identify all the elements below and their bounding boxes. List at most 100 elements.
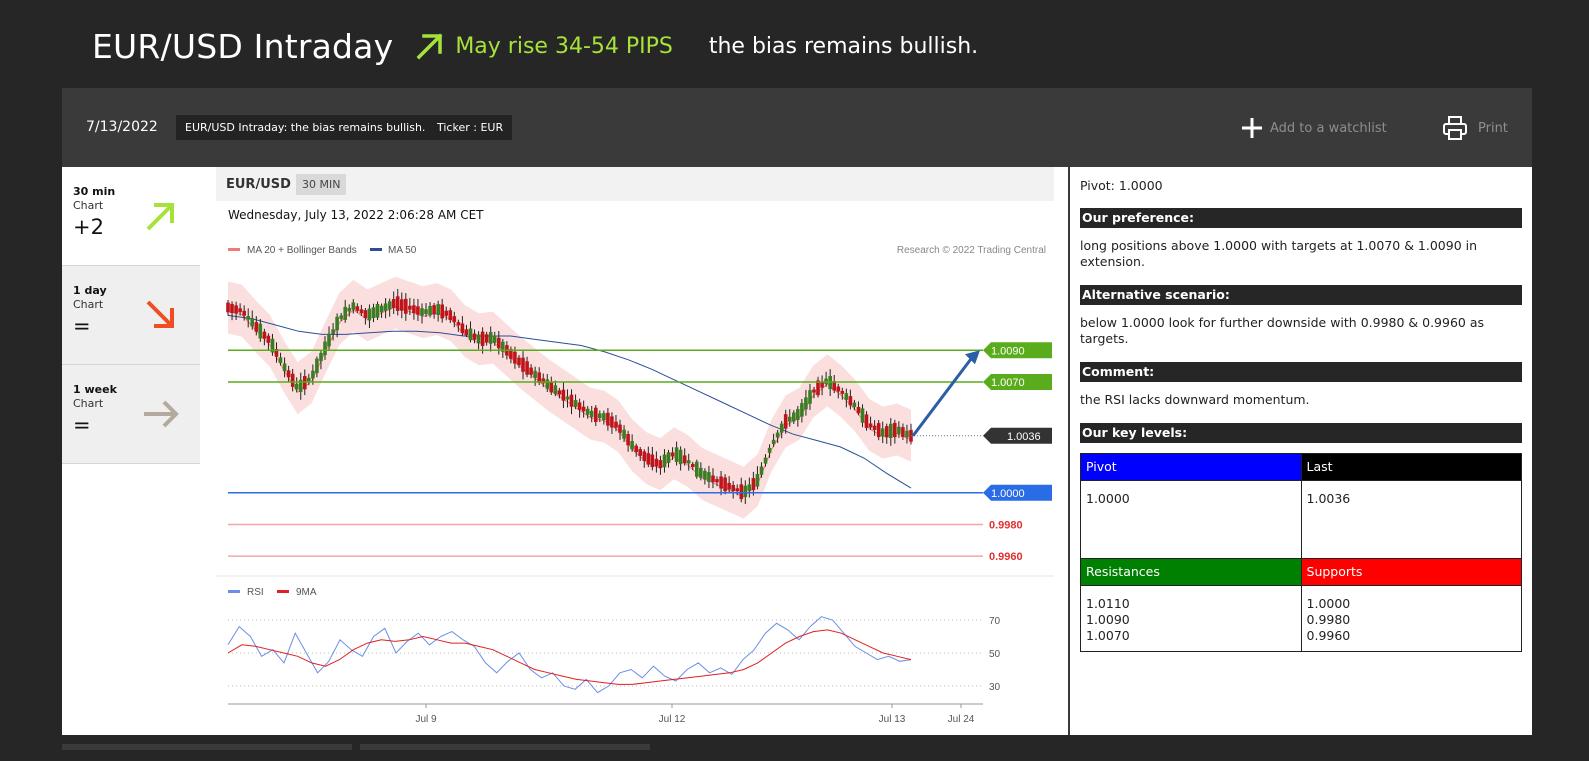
candle-body bbox=[646, 453, 651, 465]
preference-heading: Our preference: bbox=[1080, 208, 1522, 228]
add-to-watchlist-button[interactable]: Add to a watchlist bbox=[1240, 114, 1387, 142]
alternative-text: below 1.0000 look for further downside w… bbox=[1080, 315, 1485, 346]
panel-toolbar: 7/13/2022 EUR/USD Intraday: the bias rem… bbox=[62, 88, 1532, 167]
resistances-header: Resistances bbox=[1080, 558, 1302, 586]
level-label: 1.0090 bbox=[991, 345, 1025, 357]
candle-body bbox=[387, 301, 392, 310]
candle-body bbox=[311, 370, 315, 379]
candle-body bbox=[715, 479, 719, 483]
candle-body bbox=[331, 329, 335, 335]
x-tick-label: Jul 24 bbox=[948, 714, 975, 725]
candle-body bbox=[674, 447, 679, 462]
page-header: EUR/USD Intraday May rise 34-54 PIPS the… bbox=[92, 18, 978, 74]
rsi-line bbox=[227, 616, 912, 694]
printer-icon bbox=[1443, 116, 1467, 140]
timeframe-30min[interactable]: 30 min Chart +2 bbox=[62, 167, 200, 266]
candle-body bbox=[444, 310, 448, 316]
candle-body bbox=[363, 310, 368, 319]
plus-icon bbox=[1242, 118, 1262, 138]
candle-body bbox=[686, 460, 691, 464]
candle-body bbox=[545, 379, 550, 389]
candle-body bbox=[860, 408, 865, 423]
headline-chip[interactable]: EUR/USD Intraday: the bias remains bulli… bbox=[176, 115, 435, 140]
candle-body bbox=[513, 351, 517, 364]
candle-body bbox=[767, 447, 772, 453]
candle-body bbox=[666, 452, 671, 463]
candle-body bbox=[905, 430, 909, 438]
candle-body bbox=[678, 449, 683, 465]
supports-list: 1.0000 0.9980 0.9960 bbox=[1300, 585, 1523, 652]
candle-body bbox=[319, 352, 323, 362]
candle-body bbox=[549, 381, 554, 393]
candle-body bbox=[258, 323, 263, 339]
candle-body bbox=[436, 304, 440, 315]
arrow-up-right-icon bbox=[146, 203, 174, 231]
candle-body bbox=[731, 485, 735, 491]
timeframe-value: +2 bbox=[73, 215, 104, 239]
candle-body bbox=[286, 370, 291, 378]
panel-divider bbox=[1068, 167, 1070, 735]
timeframe-value: = bbox=[73, 413, 91, 437]
candle-body bbox=[428, 306, 432, 316]
candle-body bbox=[282, 363, 287, 372]
candle-body bbox=[751, 478, 756, 491]
candle-body bbox=[250, 318, 254, 327]
candle-body bbox=[885, 426, 889, 438]
candle-body bbox=[812, 389, 816, 393]
candle-body bbox=[743, 485, 748, 498]
candle-body bbox=[630, 441, 634, 450]
candle-body bbox=[234, 305, 238, 314]
bottom-tab[interactable] bbox=[360, 744, 650, 750]
candle-body bbox=[852, 402, 857, 408]
candle-body bbox=[594, 407, 598, 422]
candle-body bbox=[747, 484, 752, 491]
timeframe-1week[interactable]: 1 week Chart = bbox=[62, 365, 200, 464]
candle-body bbox=[460, 323, 465, 334]
candle-body bbox=[379, 305, 384, 313]
supports-header: Supports bbox=[1300, 558, 1523, 586]
level-label: 1.0036 bbox=[1007, 431, 1041, 443]
key-levels-heading: Our key levels: bbox=[1080, 423, 1522, 443]
candle-body bbox=[682, 455, 687, 464]
candle-body bbox=[796, 409, 800, 420]
candle-body bbox=[804, 397, 808, 410]
candle-body bbox=[521, 357, 525, 372]
bias-text: the bias remains bullish. bbox=[708, 33, 979, 59]
candle-body bbox=[529, 367, 533, 375]
arrow-up-right-icon bbox=[416, 33, 443, 60]
candle-body bbox=[517, 357, 521, 366]
candle-body bbox=[400, 299, 404, 311]
timeframe-1day[interactable]: 1 day Chart = bbox=[62, 266, 200, 365]
candle-body bbox=[226, 302, 230, 313]
candle-body bbox=[893, 422, 897, 438]
candle-body bbox=[383, 303, 388, 311]
x-tick-label: Jul 13 bbox=[879, 714, 906, 725]
ticker-chip[interactable]: Ticker : EUR bbox=[428, 115, 513, 140]
publish-date: 7/13/2022 bbox=[86, 119, 158, 135]
legend-ma20-label: MA 20 + Bollinger Bands bbox=[247, 245, 357, 256]
watchlist-label: Add to a watchlist bbox=[1270, 120, 1387, 136]
timeframe-name: 30 min bbox=[73, 185, 116, 198]
candle-body bbox=[614, 421, 618, 428]
candle-body bbox=[355, 306, 360, 311]
candle-body bbox=[327, 333, 331, 347]
print-button[interactable]: Print bbox=[1442, 114, 1508, 142]
last-value: 1.0036 bbox=[1300, 480, 1523, 559]
candle-body bbox=[351, 302, 356, 310]
support-value: 1.0000 bbox=[1306, 596, 1351, 611]
candle-body bbox=[868, 423, 873, 428]
candle-body bbox=[395, 296, 400, 311]
candle-body bbox=[266, 335, 271, 343]
candle-body bbox=[598, 413, 602, 419]
candle-body bbox=[856, 407, 861, 414]
timeframe-list: 30 min Chart +2 1 day Chart = 1 week Cha… bbox=[62, 167, 200, 464]
candle-body bbox=[897, 426, 901, 434]
timeframe-sub: Chart bbox=[73, 199, 104, 212]
bottom-tab[interactable] bbox=[62, 744, 352, 750]
candle-body bbox=[577, 402, 582, 410]
rsi-ma-legend-label: 9MA bbox=[296, 587, 317, 598]
comment-text: the RSI lacks downward momentum. bbox=[1080, 392, 1310, 407]
candle-body bbox=[448, 310, 453, 320]
candle-body bbox=[525, 361, 529, 375]
candle-body bbox=[848, 396, 853, 406]
